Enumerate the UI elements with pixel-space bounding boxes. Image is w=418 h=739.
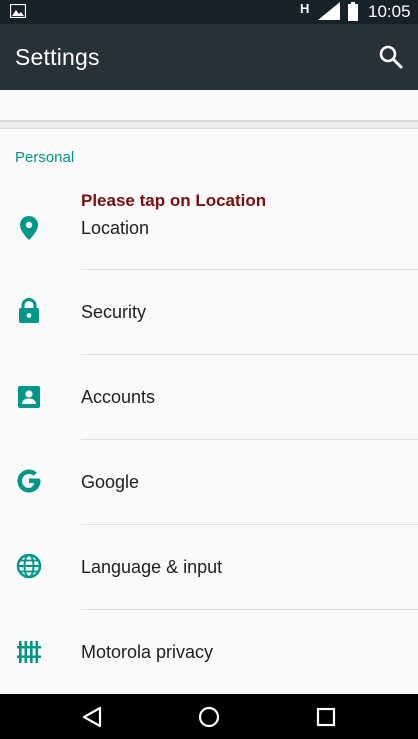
- settings-item-label: Google: [81, 472, 140, 492]
- account-box-icon: [18, 386, 40, 408]
- location-pin-icon: [20, 216, 38, 240]
- network-type-label: H: [300, 1, 310, 16]
- settings-item-accounts[interactable]: Accounts: [0, 355, 418, 440]
- status-bar: H 10:05: [0, 0, 418, 24]
- page-title: Settings: [15, 44, 100, 70]
- top-strip: [0, 90, 418, 120]
- settings-item-label: Security: [81, 302, 147, 322]
- globe-icon: [16, 553, 42, 579]
- settings-item-location[interactable]: Location: [0, 185, 418, 270]
- grid-icon: [17, 641, 41, 663]
- lock-icon: [19, 297, 39, 323]
- settings-item-label: Location: [81, 218, 150, 238]
- image-notification-icon: [10, 4, 26, 18]
- section-header: Personal: [15, 149, 75, 166]
- home-icon[interactable]: [197, 706, 221, 728]
- settings-item-label: Language & input: [81, 557, 223, 577]
- settings-list: Personal Please tap on Location Location…: [0, 129, 418, 694]
- back-icon[interactable]: [80, 706, 104, 728]
- clock: 10:05: [368, 2, 411, 21]
- settings-item-motorola-privacy[interactable]: Motorola privacy: [0, 610, 418, 695]
- battery-icon: [348, 2, 358, 21]
- app-bar: Settings: [0, 24, 418, 90]
- settings-item-label: Motorola privacy: [81, 642, 214, 662]
- search-icon[interactable]: [376, 42, 406, 72]
- recents-icon[interactable]: [314, 706, 338, 728]
- navigation-bar: [0, 694, 418, 739]
- google-g-icon: [17, 469, 41, 493]
- settings-item-label: Accounts: [81, 387, 156, 407]
- settings-item-security[interactable]: Security: [0, 270, 418, 355]
- signal-icon: [318, 2, 340, 20]
- settings-item-google[interactable]: Google: [0, 440, 418, 525]
- settings-item-language-input[interactable]: Language & input: [0, 525, 418, 610]
